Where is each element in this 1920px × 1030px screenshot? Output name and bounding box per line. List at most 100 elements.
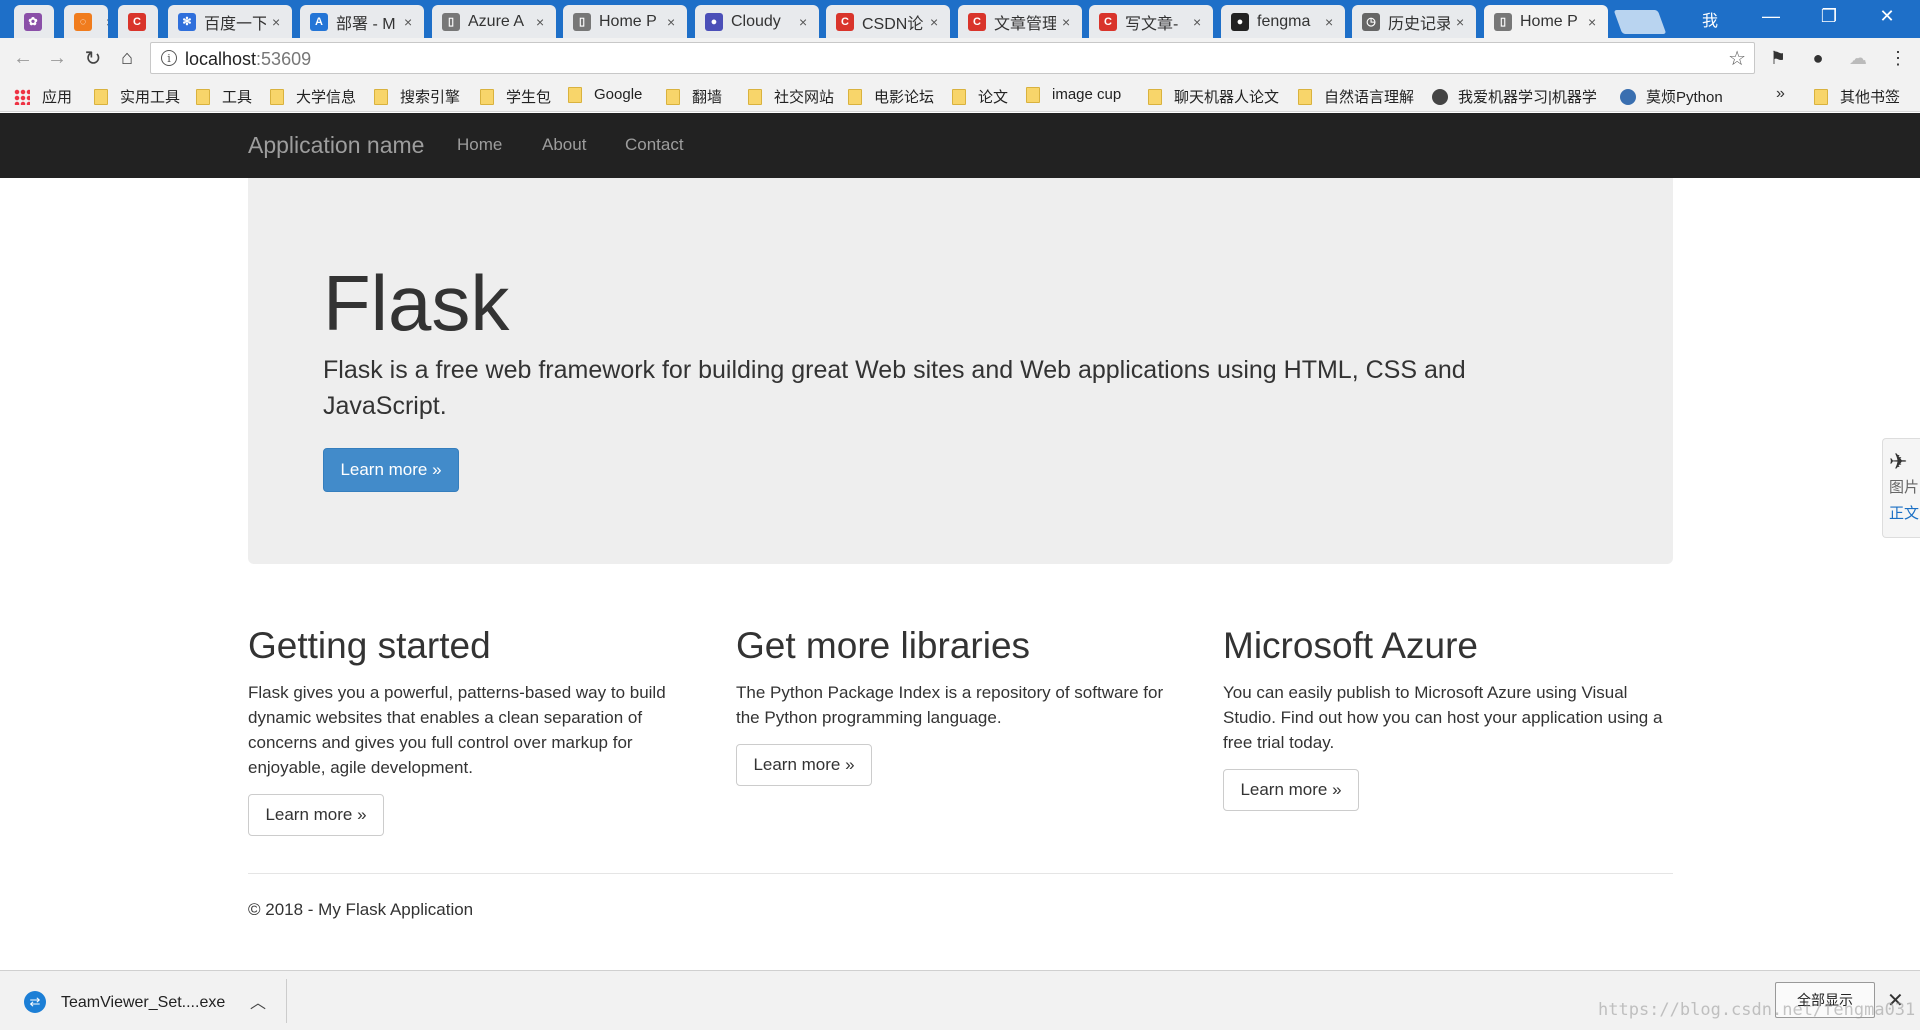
tab-close-icon[interactable]: ×: [1588, 14, 1600, 30]
browser-tab[interactable]: C 文章管理 ×: [958, 5, 1082, 38]
tab-close-icon[interactable]: ×: [1062, 14, 1074, 30]
page-icon: ▯: [573, 12, 591, 31]
tab-close-icon[interactable]: ×: [106, 14, 108, 30]
bookmark-label: 自然语言理解: [1324, 89, 1415, 106]
tab-close-icon[interactable]: ×: [667, 14, 679, 30]
column-title: Getting started: [248, 625, 491, 666]
folder-icon: [952, 88, 966, 105]
bookmark-item[interactable]: 莫烦Python: [1620, 86, 1723, 107]
tab-close-icon[interactable]: ×: [1193, 14, 1205, 30]
cloud-extension-icon[interactable]: ☁: [1846, 46, 1870, 70]
site-info-icon[interactable]: i: [161, 50, 177, 66]
bookmark-star-icon[interactable]: ☆: [1728, 46, 1746, 71]
tab-close-icon[interactable]: ×: [799, 14, 811, 30]
csdn-icon: C: [1099, 12, 1117, 31]
incognito-extension-icon[interactable]: ●: [1806, 46, 1830, 70]
flag-extension-icon[interactable]: ⚑: [1766, 46, 1790, 70]
tab-title: CSDN论: [862, 15, 924, 33]
restore-icon[interactable]: ❐: [1800, 0, 1858, 32]
tab-close-icon[interactable]: ×: [404, 14, 416, 30]
tab-close-icon[interactable]: ×: [536, 14, 548, 30]
column-libraries: Get more libraries The Python Package In…: [736, 624, 1186, 786]
tab-title: 部署 - M: [336, 15, 396, 33]
bookmark-item[interactable]: 应用: [14, 86, 72, 107]
browser-tab[interactable]: ◷ 历史记录 ×: [1352, 5, 1476, 38]
download-file-name[interactable]: TeamViewer_Set....exe: [61, 994, 225, 1012]
bookmark-item[interactable]: 电影论坛: [848, 86, 934, 107]
bookmark-item[interactable]: 聊天机器人论文: [1148, 86, 1279, 107]
browser-tab[interactable]: ✿×: [14, 5, 54, 38]
tab-title: 文章管理: [994, 15, 1056, 33]
bookmark-label: 电影论坛: [874, 89, 935, 106]
tab-close-icon[interactable]: ×: [272, 14, 284, 30]
site-favicon-icon: [1432, 88, 1448, 105]
site-favicon-icon: [1620, 88, 1636, 105]
page-icon: ▯: [442, 12, 460, 31]
bookmark-item[interactable]: 自然语言理解: [1298, 86, 1414, 107]
bookmark-item[interactable]: 翻墙: [666, 86, 722, 107]
shelf-divider: [286, 979, 287, 1023]
url-text[interactable]: localhost:53609: [185, 49, 311, 70]
minimize-icon[interactable]: —: [1742, 0, 1800, 32]
bookmarks-overflow-icon[interactable]: »: [1776, 85, 1785, 103]
learn-more-button[interactable]: Learn more »: [736, 744, 872, 786]
browser-tab[interactable]: ● Cloudy ×: [695, 5, 819, 38]
browser-tab[interactable]: ▯ Home P ×: [563, 5, 687, 38]
back-icon[interactable]: ←: [10, 45, 36, 71]
side-widget-line2[interactable]: 正文: [1889, 501, 1920, 527]
side-widget-line1[interactable]: 图片: [1889, 475, 1920, 501]
forward-icon[interactable]: →: [44, 45, 70, 71]
bookmark-item[interactable]: Google: [568, 86, 642, 103]
window-close-icon[interactable]: ✕: [1858, 0, 1916, 32]
folder-icon: [1026, 86, 1040, 103]
nav-home[interactable]: Home: [457, 135, 502, 155]
tab-close-icon[interactable]: ×: [930, 14, 942, 30]
teamviewer-icon[interactable]: ⇄: [24, 991, 46, 1013]
folder-icon: [848, 88, 862, 105]
bookmark-item[interactable]: 论文: [952, 86, 1008, 107]
cloudy-icon: ●: [705, 12, 723, 31]
browser-tab[interactable]: C 写文章- ×: [1089, 5, 1213, 38]
reload-icon[interactable]: ↻: [80, 45, 106, 71]
learn-more-button[interactable]: Learn more »: [248, 794, 384, 836]
browser-tab[interactable]: ✻ 百度一下 ×: [168, 5, 292, 38]
address-bar[interactable]: i localhost:53609 ☆: [150, 42, 1755, 74]
profile-label[interactable]: 我: [1702, 7, 1718, 31]
folder-icon: [196, 88, 210, 105]
side-widget[interactable]: ✈ 图片 正文: [1882, 438, 1920, 538]
learn-more-primary-button[interactable]: Learn more »: [323, 448, 459, 492]
bookmark-item[interactable]: 社交网站: [748, 86, 834, 107]
bookmark-item[interactable]: 大学信息: [270, 86, 356, 107]
browser-tab[interactable]: C CSDN论 ×: [826, 5, 950, 38]
nav-contact[interactable]: Contact: [625, 135, 684, 155]
bookmark-item[interactable]: 学生包: [480, 86, 551, 107]
tab-close-icon[interactable]: ×: [1456, 14, 1468, 30]
jumbotron-title: Flask: [323, 259, 510, 347]
browser-tab[interactable]: C×: [118, 5, 158, 38]
home-icon[interactable]: ⌂: [114, 45, 140, 71]
new-tab-button[interactable]: [1613, 10, 1667, 34]
bookmark-item[interactable]: 工具: [196, 86, 252, 107]
learn-more-button[interactable]: Learn more »: [1223, 769, 1359, 811]
tab-title: fengma: [1257, 12, 1311, 30]
chevron-up-icon[interactable]: ︿: [250, 989, 266, 1013]
navbar-brand[interactable]: Application name: [248, 132, 424, 159]
bookmark-item[interactable]: 搜索引擎: [374, 86, 460, 107]
bookmark-item[interactable]: image cup: [1026, 86, 1121, 103]
bookmark-item[interactable]: 其他书签: [1814, 86, 1900, 107]
tab-close-icon[interactable]: ×: [1325, 14, 1337, 30]
bookmark-item[interactable]: 实用工具: [94, 86, 180, 107]
site-navbar: Application name Home About Contact: [0, 113, 1920, 178]
page-icon: ▯: [1494, 12, 1512, 31]
menu-icon[interactable]: ⋮: [1886, 46, 1910, 70]
browser-tab[interactable]: ● fengma ×: [1221, 5, 1345, 38]
browser-tab[interactable]: ▯ Home P ×: [1484, 5, 1608, 38]
folder-icon: [374, 88, 388, 105]
bookmark-item[interactable]: 我爱机器学习|机器学: [1432, 86, 1597, 107]
browser-tab[interactable]: A 部署 - M ×: [300, 5, 424, 38]
browser-tab[interactable]: ◌×: [64, 5, 108, 38]
bird-icon[interactable]: ✈: [1889, 449, 1920, 475]
nav-about[interactable]: About: [542, 135, 586, 155]
folder-icon: [666, 88, 680, 105]
browser-tab[interactable]: ▯ Azure A ×: [432, 5, 556, 38]
